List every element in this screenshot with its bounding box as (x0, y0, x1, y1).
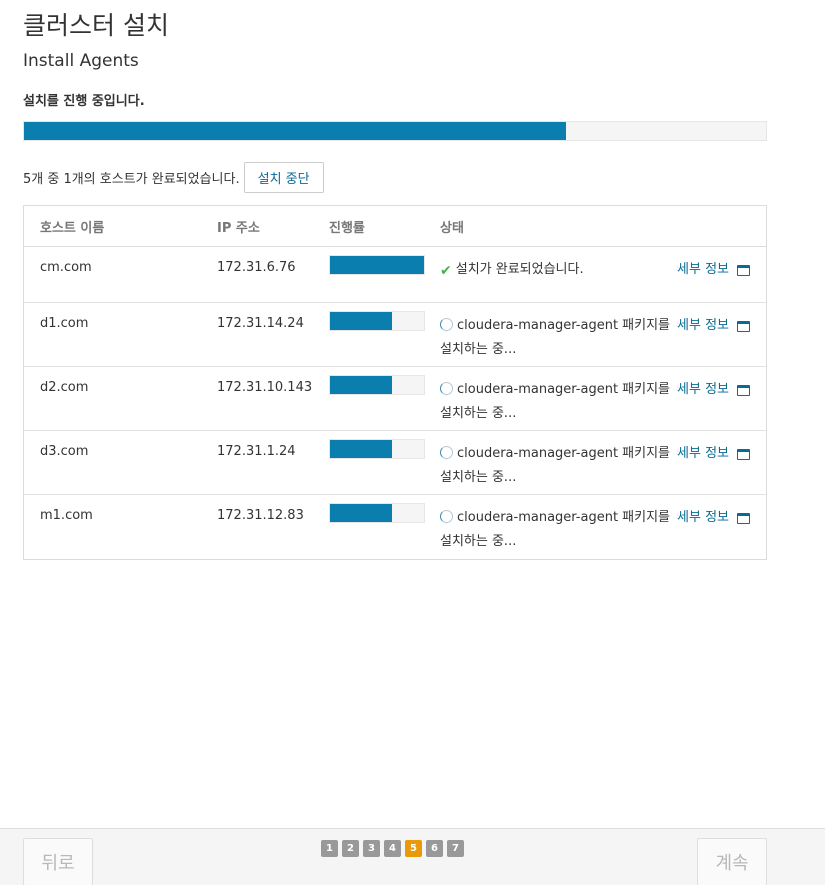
host-progress-fill (330, 256, 424, 274)
details-link[interactable]: 세부 정보 (677, 258, 729, 282)
host-progress-bar (329, 255, 425, 275)
host-progress-fill (330, 376, 393, 394)
host-progress-fill (330, 440, 393, 458)
wizard-steps: 1234567 (321, 840, 464, 857)
host-table: 호스트 이름 IP 주소 진행률 상태 cm.com 172.31.6.76 ✔… (23, 205, 767, 560)
host-status-text: 설치가 완료되었습니다. (455, 262, 584, 277)
window-icon[interactable] (737, 513, 750, 524)
host-ip: 172.31.6.76 (217, 260, 296, 275)
table-row: cm.com 172.31.6.76 ✔ 설치가 완료되었습니다. 세부 정보 (24, 247, 766, 303)
header-host-name: 호스트 이름 (40, 220, 105, 236)
header-ip-address: IP 주소 (217, 220, 260, 236)
host-status-text: cloudera-manager-agent 패키지를 설치하는 중... (440, 446, 671, 485)
details-link[interactable]: 세부 정보 (677, 314, 729, 338)
abort-install-button[interactable]: 설치 중단 (243, 162, 324, 193)
host-progress-fill (330, 312, 393, 330)
wizard-step[interactable]: 6 (426, 840, 443, 857)
summary-text: 5개 중 1개의 호스트가 완료되었습니다. (23, 172, 240, 187)
table-row: m1.com 172.31.12.83 cloudera-manager-age… (24, 495, 766, 559)
page-subtitle: Install Agents (23, 51, 139, 71)
header-progress: 진행률 (329, 220, 365, 236)
check-icon: ✔ (440, 263, 452, 279)
host-ip: 172.31.14.24 (217, 316, 304, 331)
overall-progress-fill (24, 122, 566, 140)
host-progress-bar (329, 311, 425, 331)
progress-label: 설치를 진행 중입니다. (23, 94, 145, 109)
host-name: d3.com (40, 444, 89, 459)
host-ip: 172.31.12.83 (217, 508, 304, 523)
wizard-step[interactable]: 3 (363, 840, 380, 857)
details-link[interactable]: 세부 정보 (677, 442, 729, 466)
host-progress-bar (329, 439, 425, 459)
host-status-text: cloudera-manager-agent 패키지를 설치하는 중... (440, 382, 671, 421)
page-title: 클러스터 설치 (23, 11, 169, 40)
window-icon[interactable] (737, 449, 750, 460)
wizard-footer: 뒤로 1234567 계속 (0, 828, 825, 885)
spinner-icon (440, 318, 453, 331)
window-icon[interactable] (737, 385, 750, 396)
table-row: d1.com 172.31.14.24 cloudera-manager-age… (24, 303, 766, 367)
host-ip: 172.31.1.24 (217, 444, 296, 459)
host-name: d1.com (40, 316, 89, 331)
wizard-step[interactable]: 4 (384, 840, 401, 857)
window-icon[interactable] (737, 321, 750, 332)
wizard-step[interactable]: 5 (405, 840, 422, 857)
host-progress-bar (329, 503, 425, 523)
wizard-step[interactable]: 7 (447, 840, 464, 857)
spinner-icon (440, 510, 453, 523)
spinner-icon (440, 446, 453, 459)
host-name: d2.com (40, 380, 89, 395)
host-ip: 172.31.10.143 (217, 380, 313, 395)
back-button[interactable]: 뒤로 (23, 838, 93, 885)
table-header: 호스트 이름 IP 주소 진행률 상태 (24, 206, 766, 247)
details-link[interactable]: 세부 정보 (677, 378, 729, 402)
wizard-step[interactable]: 1 (321, 840, 338, 857)
host-status-text: cloudera-manager-agent 패키지를 설치하는 중... (440, 318, 671, 357)
host-status-text: cloudera-manager-agent 패키지를 설치하는 중... (440, 510, 671, 549)
window-icon[interactable] (737, 265, 750, 276)
host-progress-bar (329, 375, 425, 395)
table-row: d2.com 172.31.10.143 cloudera-manager-ag… (24, 367, 766, 431)
continue-button[interactable]: 계속 (697, 838, 767, 885)
table-row: d3.com 172.31.1.24 cloudera-manager-agen… (24, 431, 766, 495)
host-name: cm.com (40, 260, 92, 275)
host-progress-fill (330, 504, 393, 522)
host-name: m1.com (40, 508, 93, 523)
wizard-step[interactable]: 2 (342, 840, 359, 857)
header-status: 상태 (440, 220, 464, 236)
spinner-icon (440, 382, 453, 395)
details-link[interactable]: 세부 정보 (677, 506, 729, 530)
overall-progress-bar (23, 121, 767, 141)
summary-row: 5개 중 1개의 호스트가 완료되었습니다. 설치 중단 (23, 162, 324, 193)
